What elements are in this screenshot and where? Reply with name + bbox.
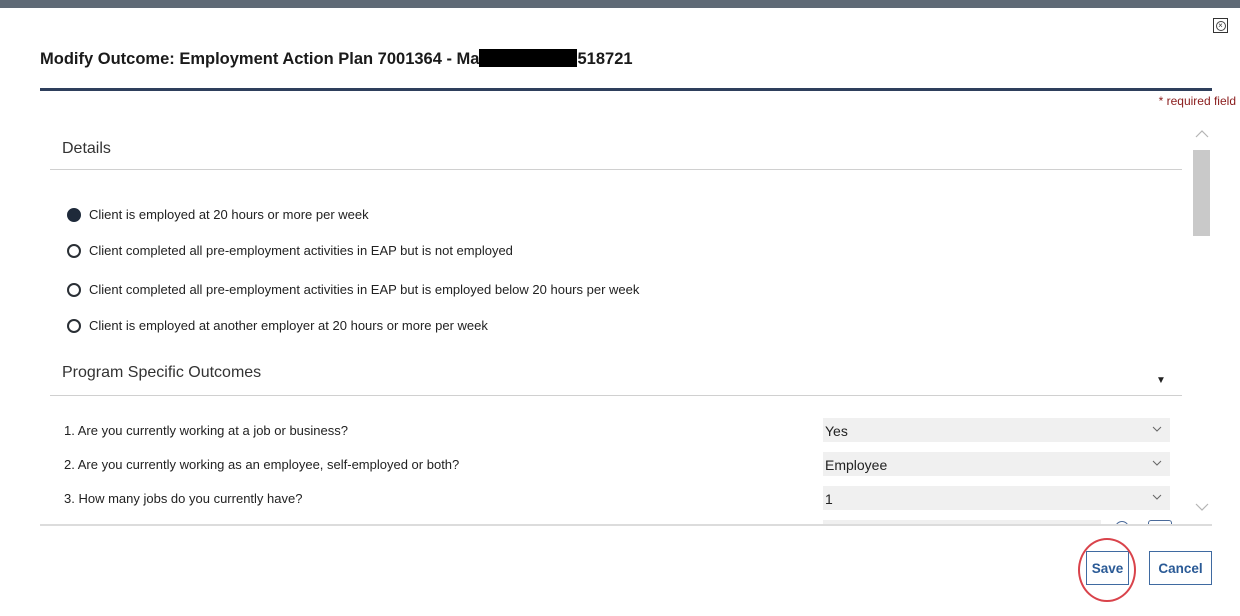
details-divider: [50, 169, 1182, 170]
question-select-employment-type[interactable]: Employee: [823, 452, 1170, 476]
close-icon: ×: [1215, 20, 1226, 31]
radio-option-completed-employed-below-20[interactable]: Client completed all pre-employment acti…: [67, 282, 639, 297]
chevron-down-icon: [1152, 494, 1162, 500]
radio-option-employed-20-hours[interactable]: Client is employed at 20 hours or more p…: [67, 207, 369, 222]
dialog-content: Details Client is employed at 20 hours o…: [40, 118, 1182, 524]
radio-unselected-icon[interactable]: [67, 243, 81, 258]
dialog-title-prefix: Modify Outcome: Employment Action Plan 7…: [40, 50, 480, 68]
radio-option-another-employer[interactable]: Client is employed at another employer a…: [67, 318, 488, 333]
footer-divider: [40, 524, 1212, 526]
radio-unselected-icon[interactable]: [67, 282, 81, 297]
question-row: 3. How many jobs do you currently have? …: [40, 486, 1182, 512]
chevron-down-icon: [1152, 460, 1162, 466]
select-value: 1: [825, 491, 833, 507]
program-outcomes-divider: [50, 395, 1182, 396]
radio-selected-icon[interactable]: [67, 207, 81, 222]
redacted-name: [479, 49, 578, 67]
scroll-up-icon[interactable]: [1193, 127, 1211, 141]
radio-unselected-icon[interactable]: [67, 318, 81, 333]
scroll-down-icon[interactable]: [1193, 500, 1211, 514]
radio-option-label: Client is employed at 20 hours or more p…: [89, 207, 369, 222]
dialog-title: Modify Outcome: Employment Action Plan 7…: [40, 49, 633, 69]
radio-option-label: Client completed all pre-employment acti…: [89, 243, 513, 258]
details-heading: Details: [62, 140, 111, 157]
question-label: 3. How many jobs do you currently have?: [64, 491, 303, 506]
question-label: 1. Are you currently working at a job or…: [64, 423, 348, 438]
collapse-arrow-icon[interactable]: ▼: [1156, 375, 1166, 386]
required-field-note: * required field: [1158, 94, 1236, 108]
chevron-down-icon: [1152, 426, 1162, 432]
select-value: Yes: [825, 423, 848, 439]
program-outcomes-heading: Program Specific Outcomes: [62, 364, 262, 381]
save-button[interactable]: Save: [1086, 551, 1129, 585]
radio-option-label: Client completed all pre-employment acti…: [89, 282, 640, 297]
radio-option-completed-not-employed[interactable]: Client completed all pre-employment acti…: [67, 243, 513, 258]
scrollbar-thumb[interactable]: [1193, 150, 1210, 236]
cancel-button[interactable]: Cancel: [1149, 551, 1212, 585]
question-select-job-count[interactable]: 1: [823, 486, 1170, 510]
dialog-title-suffix: 518721: [577, 50, 633, 68]
question-select-working[interactable]: Yes: [823, 418, 1170, 442]
select-value: Employee: [825, 457, 888, 473]
radio-option-label: Client is employed at another employer a…: [89, 318, 488, 333]
question-row: 1. Are you currently working at a job or…: [40, 418, 1182, 444]
title-divider: [40, 88, 1212, 91]
close-button[interactable]: ×: [1213, 18, 1228, 33]
top-border: [0, 0, 1240, 8]
question-label: 2. Are you currently working as an emplo…: [64, 457, 460, 472]
question-row: 2. Are you currently working as an emplo…: [40, 452, 1182, 478]
